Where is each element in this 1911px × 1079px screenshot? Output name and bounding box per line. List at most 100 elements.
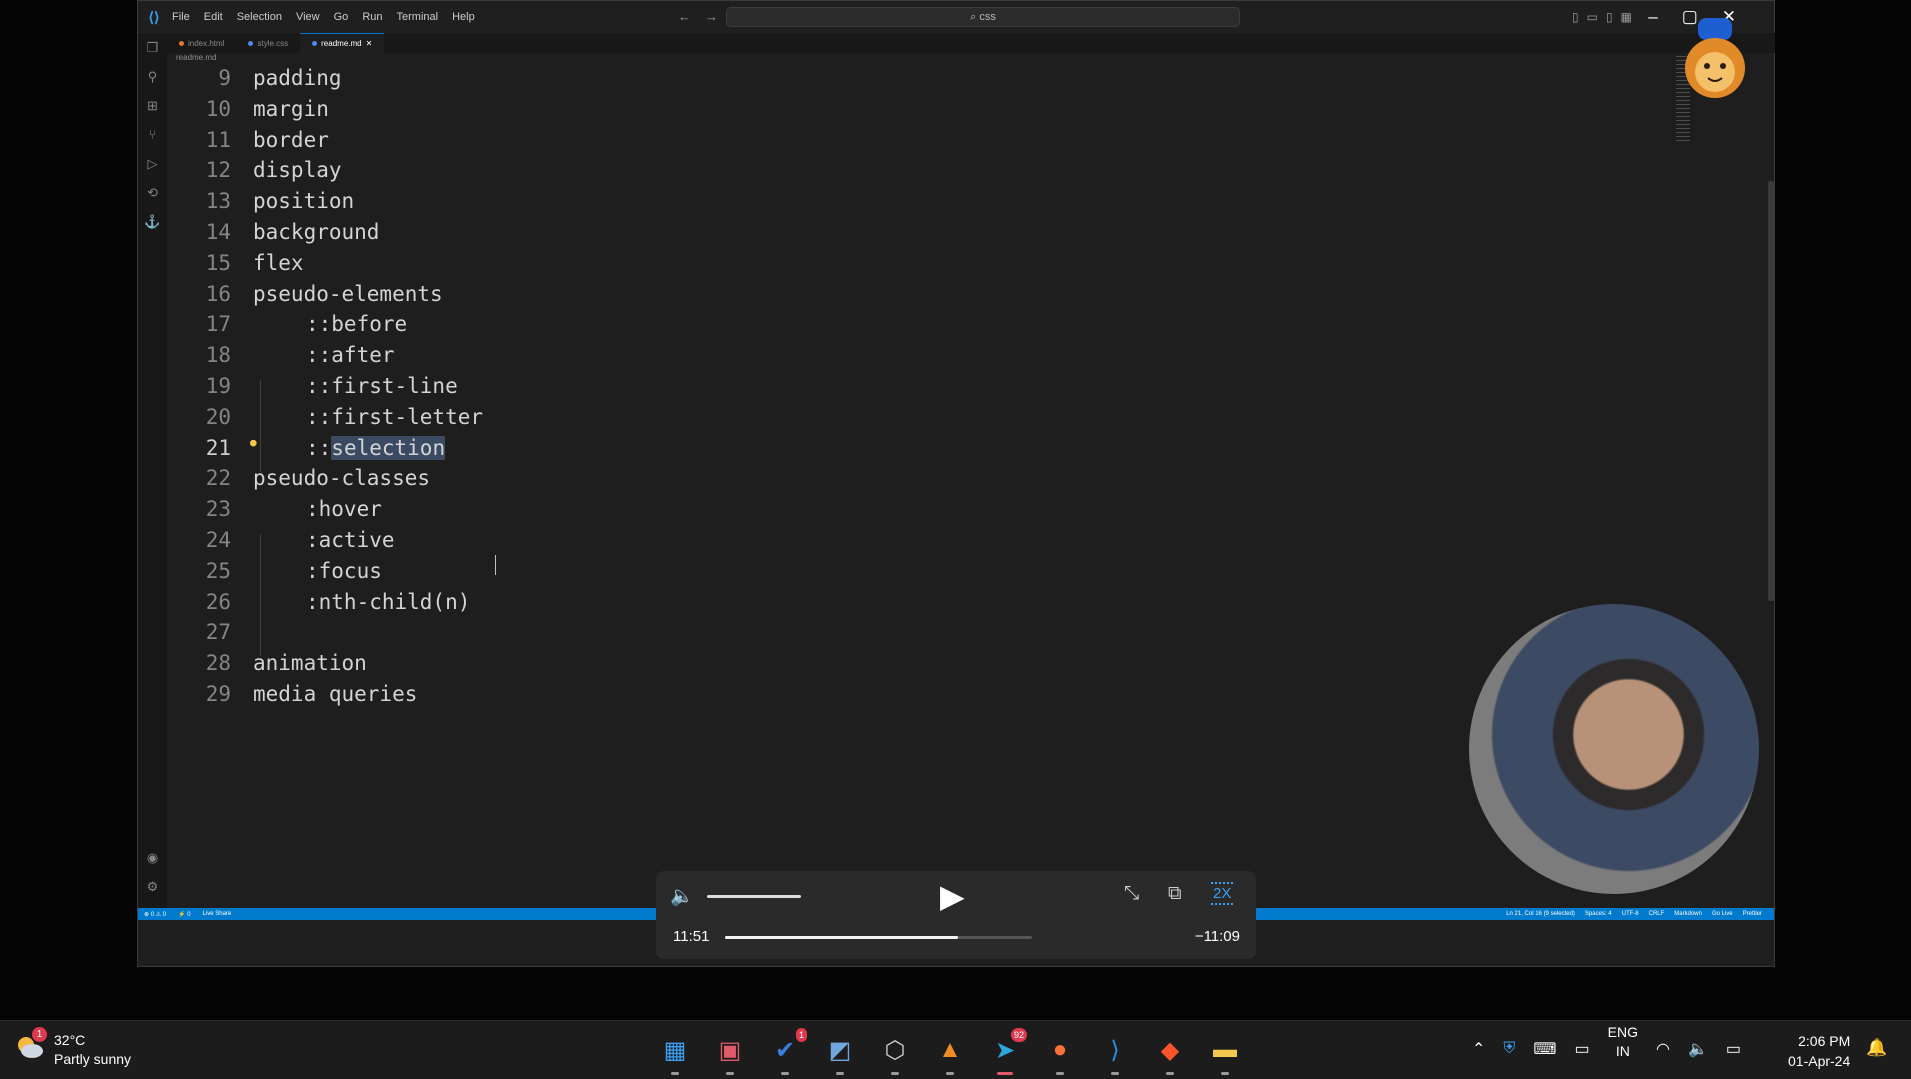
breadcrumb[interactable]: readme.md	[176, 53, 216, 62]
speaker-icon[interactable]: 🔈	[1688, 1039, 1708, 1059]
code-line[interactable]: 24:active	[167, 525, 395, 555]
anchor-icon[interactable]: ⚓	[138, 207, 167, 236]
menu-file[interactable]: File	[172, 11, 190, 23]
code-line[interactable]: 21 ●::selection	[167, 433, 446, 463]
code-line[interactable]: 16 pseudo-elements	[167, 279, 443, 309]
weather-widget[interactable]: 1 32°C Partly sunny	[14, 1027, 131, 1069]
menu-view[interactable]: View	[296, 11, 320, 23]
code-line[interactable]: 10 margin	[167, 94, 329, 124]
close-tab-icon[interactable]: ✕	[366, 39, 373, 48]
vscode-app-icon[interactable]: ⟩	[1097, 1032, 1133, 1075]
code-line[interactable]: 12 display	[167, 155, 342, 185]
wifi-icon[interactable]: ◠	[1656, 1039, 1670, 1059]
line-text: pseudo-elements	[253, 281, 443, 306]
mouse-ibeam-cursor	[495, 555, 497, 575]
code-line[interactable]: 19::first-line	[167, 371, 458, 401]
source-control-icon[interactable]: ⑂	[138, 120, 167, 149]
picture-in-picture-icon[interactable]: ⧉	[1168, 883, 1182, 905]
menu-selection[interactable]: Selection	[237, 11, 282, 23]
editor-scrollbar[interactable]	[1768, 181, 1774, 601]
prettier-status[interactable]: Prettier	[1743, 911, 1762, 917]
code-line[interactable]: 20::first-letter	[167, 402, 483, 432]
notification-bell-icon[interactable]: 🔔	[1866, 1038, 1887, 1058]
indentation-status[interactable]: Spaces: 4	[1585, 911, 1612, 917]
code-line[interactable]: 23:hover	[167, 494, 382, 524]
chevron-up-icon[interactable]: ⌃	[1472, 1039, 1485, 1059]
tab-readme-md[interactable]: readme.md ✕	[300, 33, 385, 53]
running-indicator	[1221, 1072, 1229, 1075]
menu-run[interactable]: Run	[362, 11, 382, 23]
keyboard-icon[interactable]: ⌨	[1533, 1039, 1556, 1059]
tab-index-html[interactable]: index.html	[167, 33, 236, 53]
unity-app-icon[interactable]: ⬡	[877, 1032, 913, 1075]
clock[interactable]: 2:06 PM 01-Apr-24	[1788, 1031, 1850, 1071]
code-line[interactable]: 13 position	[167, 186, 354, 216]
line-ending-status[interactable]: CRLF	[1649, 911, 1665, 917]
clock-date: 01-Apr-24	[1788, 1053, 1851, 1069]
account-icon[interactable]: ◉	[138, 843, 167, 872]
firefox-app-icon[interactable]: ●	[1042, 1032, 1078, 1075]
monitor-app-icon[interactable]: ◩	[822, 1032, 858, 1075]
line-text: :focus	[306, 558, 382, 583]
encoding-status[interactable]: UTF-8	[1622, 911, 1639, 917]
go-live-status[interactable]: Go Live	[1712, 911, 1733, 917]
code-line[interactable]: 17::before	[167, 309, 407, 339]
line-number: 27	[205, 620, 231, 645]
nav-back-forward-icons[interactable]: ←→	[678, 9, 732, 24]
app-badge: 92	[1010, 1028, 1027, 1042]
menu-terminal[interactable]: Terminal	[397, 11, 439, 23]
menu-help[interactable]: Help	[452, 11, 475, 23]
vlc-app-icon[interactable]: ▲	[932, 1032, 968, 1075]
line-text: media queries	[253, 682, 418, 706]
brave-app-icon[interactable]: ◆	[1152, 1032, 1188, 1075]
menu-go[interactable]: Go	[334, 11, 349, 23]
collapse-icon[interactable]: ⤡	[1124, 883, 1139, 905]
selected-text: selection	[331, 435, 446, 460]
code-line[interactable]: 25:focus	[167, 556, 382, 586]
menu-edit[interactable]: Edit	[204, 11, 223, 23]
code-line[interactable]: 11 border	[167, 125, 329, 155]
cursor-position-status[interactable]: Ln 21, Col 16 (9 selected)	[1506, 911, 1575, 917]
code-line[interactable]: 14 background	[167, 217, 380, 247]
tablet-icon[interactable]: ▭	[1575, 1039, 1590, 1059]
running-indicator	[946, 1072, 954, 1075]
remote-icon[interactable]: ⟲	[138, 178, 167, 207]
command-center-search[interactable]: ⌕ css	[726, 7, 1240, 27]
code-line[interactable]: 27	[167, 617, 231, 647]
code-line[interactable]: 22 pseudo-classes	[167, 463, 430, 493]
files-icon[interactable]: ❐	[138, 33, 167, 62]
tab-style-css[interactable]: style.css	[236, 33, 300, 53]
telegram-app-icon[interactable]: ➤ 92	[987, 1028, 1027, 1075]
code-line[interactable]: 28 animation	[167, 648, 367, 678]
start-icon[interactable]: ▦	[657, 1032, 693, 1075]
language-mode-status[interactable]: Markdown	[1674, 911, 1702, 917]
file-explorer-app-icon[interactable]: ▬	[1207, 1032, 1243, 1075]
volume-icon[interactable]: 🔈	[670, 884, 694, 908]
live-share-status[interactable]: Live Share	[203, 911, 232, 918]
gear-icon[interactable]: ⚙	[138, 872, 167, 901]
run-debug-icon[interactable]: ▷	[138, 149, 167, 178]
lightbulb-icon[interactable]: ●	[250, 436, 257, 449]
layout-toggle-icons[interactable]: ▯▭▯▦	[1572, 10, 1640, 24]
code-line[interactable]: 18::after	[167, 340, 395, 370]
seek-bar-fill	[725, 936, 959, 939]
battery-icon[interactable]: ▭	[1726, 1039, 1741, 1059]
problems-status[interactable]: ⊗ 0 ⚠ 0	[144, 911, 166, 918]
playback-speed-button[interactable]: 2X	[1211, 882, 1234, 905]
code-line[interactable]: 15 flex	[167, 248, 304, 278]
lion-mascot-icon	[1685, 18, 1745, 98]
code-line[interactable]: 9 padding	[167, 63, 341, 93]
volume-slider[interactable]	[707, 895, 801, 898]
code-line[interactable]: 29 media queries	[167, 679, 418, 709]
todo-app-icon[interactable]: ✔ 1	[767, 1028, 807, 1075]
play-button[interactable]: ▶	[940, 877, 965, 915]
calendar-app-icon[interactable]: ▣	[712, 1032, 748, 1075]
code-line[interactable]: 26:nth-child(n)	[167, 587, 471, 617]
search-icon[interactable]: ⚲	[138, 62, 167, 91]
ports-status[interactable]: ⚡ 0	[178, 911, 190, 918]
language-indicator[interactable]: ENG IN	[1608, 1023, 1638, 1061]
seek-bar[interactable]	[725, 936, 1032, 939]
extensions-icon[interactable]: ⊞	[138, 91, 167, 120]
security-shield-icon[interactable]: ⛨	[1503, 1040, 1515, 1058]
running-indicator	[1056, 1072, 1064, 1075]
